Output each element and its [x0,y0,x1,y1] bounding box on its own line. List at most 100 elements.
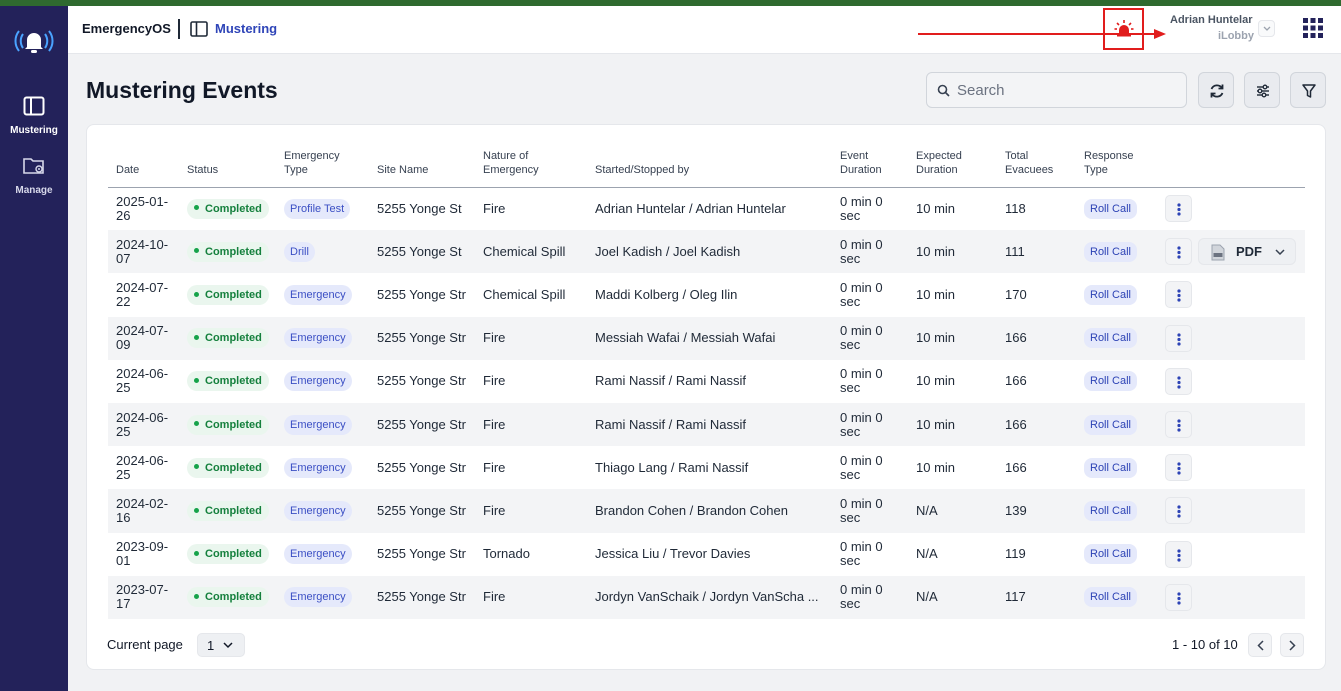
row-actions-button[interactable] [1165,411,1192,439]
cell-actions [1157,187,1305,230]
app-name[interactable]: EmergencyOS [82,21,171,36]
cell-emergency-type: Emergency [276,316,369,360]
cell-site-name: 5255 Yonge Str [369,402,475,447]
search-icon [937,84,950,97]
table-row[interactable]: 2024-02-16 Completed Emergency 5255 Yonge S… [108,489,1305,533]
status-badge: Completed [187,198,269,219]
cell-total-evacuees: 170 [1005,286,1027,302]
breadcrumb[interactable]: Mustering [215,21,277,36]
cell-started-stopped: Jessica Liu / Trevor Davies [595,546,751,562]
current-page-select[interactable]: 1 [197,633,245,657]
column-header-event-duration[interactable]: Event Duration [832,145,908,188]
user-menu-dropdown[interactable] [1258,20,1275,37]
cell-expected-duration: N/A [916,546,938,562]
cell-response-type: Roll Call [1076,187,1157,230]
column-header-emergency-type[interactable]: Emergency Type [276,145,369,188]
column-header-total-evacuees[interactable]: Total Evacuees [997,145,1076,188]
row-actions-button[interactable] [1165,454,1192,482]
cell-status: Completed [179,402,276,447]
column-header-status[interactable]: Status [179,145,276,188]
more-vertical-icon [1177,246,1181,259]
table-row[interactable]: 2024-06-25 Completed Emergency 5255 Yonge S… [108,360,1305,403]
status-badge: Completed [187,587,269,608]
column-header-nature[interactable]: Nature of Emergency [475,145,587,188]
chevron-down-icon [1263,26,1271,31]
search-input[interactable] [957,79,1177,101]
status-text: Completed [205,288,262,301]
cell-event-duration: 0 min 0 sec [832,575,908,619]
cell-site-name: 5255 Yonge Str [377,373,466,389]
row-actions-button[interactable] [1165,367,1192,395]
cell-status: Completed [179,316,276,360]
row-actions-button[interactable] [1165,324,1192,352]
cell-site-name: 5255 Yonge Str [369,575,475,619]
row-actions-button[interactable] [1165,281,1192,309]
cell-nature: Fire [483,200,506,216]
cell-nature: Fire [483,459,506,475]
cell-response-type: Roll Call [1076,533,1157,576]
table-row[interactable]: 2024-06-25 Completed Emergency 5255 Yonge S… [108,402,1305,447]
table-row[interactable]: 2024-07-22 Completed Emergency 5255 Yonge S… [108,273,1305,316]
mustering-events-table: Date Status Emergency Type Site Name Nat… [108,145,1305,619]
cell-expected-duration: 10 min [916,200,956,216]
table-row[interactable]: 2023-07-17 Completed Emergency 5255 Yonge S… [108,575,1305,619]
top-header: EmergencyOS Mustering Adrian Huntelar iL… [68,6,1341,54]
cell-status: Completed [179,575,276,619]
search-box[interactable] [926,72,1187,108]
row-actions-button[interactable] [1165,497,1192,525]
table-row[interactable]: 2024-07-09 Completed Emergency 5255 Yonge S… [108,316,1305,360]
chevron-down-icon [223,642,233,649]
mustering-icon [23,96,45,116]
page-title: Mustering Events [86,77,278,103]
more-vertical-icon [1177,203,1181,216]
sidebar-item-manage[interactable]: Manage [0,156,68,198]
cell-expected-duration: 10 min [908,316,997,360]
cell-total-evacuees: 166 [997,316,1076,360]
filter-button[interactable] [1290,72,1326,108]
cell-event-duration: 0 min 0 sec [840,279,883,309]
column-header-response-type[interactable]: Response Type [1076,145,1157,188]
mustering-icon [190,21,208,37]
refresh-button[interactable] [1198,72,1234,108]
more-vertical-icon [1177,333,1181,346]
table-row[interactable]: 2024-10-07 Completed Drill 5255 Yonge St Che… [108,230,1305,274]
emergency-alarm-button[interactable] [1103,8,1144,50]
column-header-site-name[interactable]: Site Name [369,145,475,188]
current-page-label: Current page [107,637,183,652]
emergency-type-badge: Emergency [284,414,352,435]
cell-emergency-type: Emergency [276,446,369,489]
cell-total-evacuees: 117 [997,575,1076,619]
table-row[interactable]: 2024-06-25 Completed Emergency 5255 Yonge S… [108,446,1305,489]
column-header-expected-duration[interactable]: Expected Duration [908,145,997,188]
status-text: Completed [205,202,262,215]
column-header-date[interactable]: Date [108,145,179,188]
emergency-type-badge: Emergency [284,457,352,478]
cell-status: Completed [179,446,276,489]
cell-event-duration: 0 min 0 sec [832,316,908,360]
app-logo-bell-icon[interactable] [14,22,54,62]
cell-total-evacuees: 118 [1005,200,1026,216]
column-header-started-stopped[interactable]: Started/Stopped by [587,145,832,188]
previous-page-button[interactable] [1248,633,1272,657]
pdf-export-dropdown[interactable]: PDF [1198,238,1296,266]
table-row[interactable]: 2023-09-01 Completed Emergency 5255 Yonge S… [108,533,1305,576]
column-settings-button[interactable] [1244,72,1280,108]
row-actions-button[interactable] [1165,238,1192,266]
response-type-badge: Roll Call [1084,457,1137,478]
cell-total-evacuees: 139 [997,489,1076,533]
cell-started-stopped: Jordyn VanSchaik / Jordyn VanScha ... [587,575,832,619]
chevron-right-icon [1289,640,1296,651]
row-actions-button[interactable] [1165,540,1192,568]
next-page-button[interactable] [1280,633,1304,657]
row-actions-button[interactable] [1165,583,1192,611]
response-type-badge: Roll Call [1084,241,1137,262]
table-row[interactable]: 2025-01-26 Completed Profile Test 5255 Yong… [108,187,1305,230]
cell-date: 2023-09-01 [116,539,169,569]
cell-started-stopped: Brandon Cohen / Brandon Cohen [587,489,832,533]
app-grid-icon[interactable] [1303,18,1323,38]
sidebar-item-mustering[interactable]: Mustering [0,96,68,138]
cell-response-type: Roll Call [1076,446,1157,489]
cell-site-name: 5255 Yonge Str [369,489,475,533]
row-actions-button[interactable] [1165,195,1192,223]
status-badge: Completed [187,241,269,262]
